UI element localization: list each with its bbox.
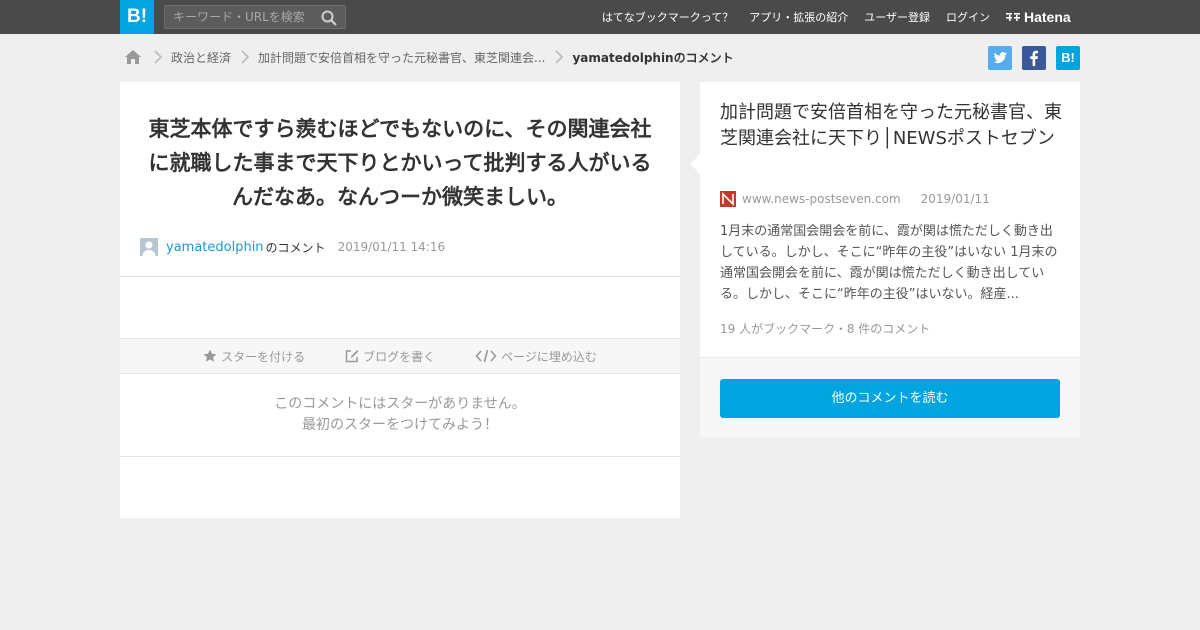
code-icon [475, 349, 497, 363]
home-icon[interactable] [124, 49, 142, 65]
breadcrumb-current: yamatedolphinのコメント [572, 50, 734, 65]
entry-card: 加計問題で安倍首相を守った元秘書官、東芝関連会社に天下り│NEWSポストセブン … [690, 82, 1080, 437]
breadcrumb: 政治と経済 加計問題で安倍首相を守った元秘書官、東芝関連会... yamated… [124, 46, 734, 68]
divider [120, 276, 680, 277]
share-twitter-button[interactable] [988, 46, 1012, 70]
no-star-line-1: このコメントにはスターがありません。 [274, 396, 526, 412]
nav-login[interactable]: ログイン [946, 9, 990, 25]
facebook-icon [1030, 50, 1038, 66]
comment-suffix: のコメント [265, 240, 326, 255]
chevron-right-icon [241, 50, 250, 64]
no-star-line-2: 最初のスターをつけてみよう！ [302, 417, 498, 433]
hatena-bookmark-logo[interactable]: B! [120, 0, 154, 34]
entry-domain-link[interactable]: www.news-postseven.com [742, 192, 901, 206]
header-nav: はてなブックマークって？ アプリ・拡張の紹介 ユーザー登録 ログイン [586, 0, 990, 34]
comment-time[interactable]: 2019/01/11 14:16 [338, 240, 446, 254]
write-blog-label: ブログを書く [363, 349, 436, 364]
hatena-mark-icon [1006, 13, 1020, 21]
edit-icon [345, 350, 359, 363]
bookmark-counts-link[interactable]: 19 人がブックマーク・8 件のコメント [720, 320, 930, 337]
news-mark-icon [720, 191, 736, 207]
write-blog-button[interactable]: ブログを書く [345, 348, 435, 365]
search-input[interactable] [165, 6, 315, 28]
chevron-right-icon [555, 50, 564, 64]
breadcrumb-category[interactable]: 政治と経済 [171, 49, 231, 66]
add-star-button[interactable]: スターを付ける [203, 348, 305, 365]
divider [120, 456, 680, 457]
entry-title-link[interactable]: 加計問題で安倍首相を守った元秘書官、東芝関連会社に天下り│NEWSポストセブン [720, 100, 1065, 152]
username-link[interactable]: yamatedolphin [166, 240, 264, 255]
breadcrumb-entry[interactable]: 加計問題で安倍首相を守った元秘書官、東芝関連会... [258, 49, 545, 66]
search-box[interactable] [164, 5, 346, 29]
share-hatena-button[interactable]: B! [1056, 46, 1080, 70]
no-star-message: このコメントにはスターがありません。 最初のスターをつけてみよう！ [120, 394, 680, 436]
comment-card: 東芝本体ですら羨むほどでもないのに、その関連会社に就職した事まで天下りとかいって… [120, 82, 680, 518]
chevron-right-icon [154, 50, 163, 64]
search-icon[interactable] [321, 10, 337, 26]
embed-button[interactable]: ページに埋め込む [475, 348, 597, 365]
entry-footer: 他のコメントを読む [700, 357, 1080, 437]
global-header: B! はてなブックマークって？ アプリ・拡張の紹介 ユーザー登録 ログイン Ha… [0, 0, 1200, 34]
avatar[interactable] [140, 238, 158, 256]
hatena-wordmark: Hatena [1024, 9, 1071, 25]
comment-actions: スターを付ける ブログを書く ページに埋め込む [120, 338, 680, 374]
read-other-comments-button[interactable]: 他のコメントを読む [720, 379, 1060, 418]
add-star-label: スターを付ける [221, 349, 306, 364]
site-favicon-icon [720, 191, 736, 207]
user-silhouette-icon [140, 238, 158, 256]
share-facebook-button[interactable] [1022, 46, 1046, 70]
entry-date: 2019/01/11 [920, 192, 990, 206]
nav-about[interactable]: はてなブックマークって？ [602, 9, 733, 25]
comment-body: 東芝本体ですら羨むほどでもないのに、その関連会社に就職した事まで天下りとかいって… [148, 117, 652, 209]
hatena-logo[interactable]: Hatena [1006, 8, 1071, 26]
entry-source: www.news-postseven.com 2019/01/11 [720, 191, 990, 207]
entry-summary: 1月末の通常国会開会を前に、霞が関は慌ただしく動き出している。しかし、そこに“昨… [720, 224, 1058, 302]
embed-label: ページに埋め込む [501, 349, 597, 364]
nav-register[interactable]: ユーザー登録 [864, 9, 930, 25]
comment-meta: yamatedolphin のコメント 2019/01/11 14:16 [140, 237, 445, 257]
star-icon [203, 349, 217, 362]
nav-apps[interactable]: アプリ・拡張の紹介 [749, 9, 848, 25]
twitter-icon [993, 52, 1007, 64]
